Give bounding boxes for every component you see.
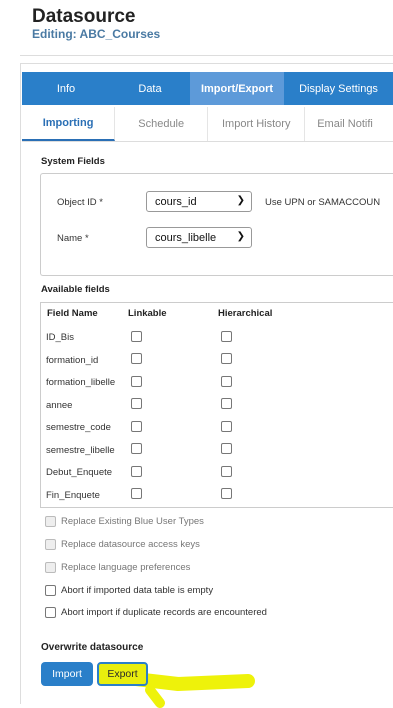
option-replace-blue-user-types: Replace Existing Blue User Types <box>45 516 204 527</box>
main-tabs: Info Data Import/Export Display Settings <box>22 72 393 105</box>
field-name: formation_libelle <box>46 377 116 388</box>
option-checkbox <box>45 562 56 573</box>
field-name: annee <box>46 400 73 411</box>
option-checkbox[interactable] <box>45 585 56 596</box>
tab-data[interactable]: Data <box>110 72 190 105</box>
subtab-email-notifications[interactable]: Email Notifi <box>305 107 393 141</box>
option-replace-language-preferences: Replace language preferences <box>45 562 190 573</box>
field-name: Debut_Enquete <box>46 467 113 478</box>
export-button[interactable]: Export <box>97 662 148 686</box>
system-fields-label: System Fields <box>41 156 105 167</box>
option-replace-access-keys: Replace datasource access keys <box>45 539 200 550</box>
object-id-label: Object ID * <box>57 197 103 208</box>
object-id-select[interactable]: cours_id ❯ <box>146 191 252 212</box>
page-subtitle: Editing: ABC_Courses <box>32 27 161 41</box>
linkable-checkbox[interactable] <box>131 331 142 342</box>
chevron-down-icon: ❯ <box>236 231 245 242</box>
hierarchical-checkbox[interactable] <box>221 398 232 409</box>
field-name: semestre_code <box>46 422 111 433</box>
column-header-field-name: Field Name <box>47 308 98 319</box>
option-label: Replace language preferences <box>61 562 191 573</box>
linkable-checkbox[interactable] <box>131 421 142 432</box>
column-header-linkable: Linkable <box>128 308 167 319</box>
tab-display-settings[interactable]: Display Settings <box>284 72 393 105</box>
option-checkbox <box>45 539 56 550</box>
hierarchical-checkbox[interactable] <box>221 353 232 364</box>
linkable-checkbox[interactable] <box>131 376 142 387</box>
name-value: cours_libelle <box>155 231 217 244</box>
linkable-checkbox[interactable] <box>131 488 142 499</box>
page-title: Datasource <box>32 6 136 27</box>
linkable-checkbox[interactable] <box>131 398 142 409</box>
option-abort-duplicates[interactable]: Abort import if duplicate records are en… <box>45 607 267 618</box>
column-header-hierarchical: Hierarchical <box>218 308 273 319</box>
field-name: formation_id <box>46 355 99 366</box>
hierarchical-checkbox[interactable] <box>221 421 232 432</box>
name-label: Name * <box>57 233 89 244</box>
import-button[interactable]: Import <box>41 662 93 686</box>
subtab-import-history[interactable]: Import History <box>208 107 306 141</box>
field-name: Fin_Enquete <box>46 490 100 501</box>
object-id-value: cours_id <box>155 195 197 208</box>
linkable-checkbox[interactable] <box>131 443 142 454</box>
tab-import-export[interactable]: Import/Export <box>190 72 284 105</box>
option-checkbox[interactable] <box>45 607 56 618</box>
hierarchical-checkbox[interactable] <box>221 488 232 499</box>
header-divider <box>20 55 393 56</box>
option-abort-empty-table[interactable]: Abort if imported data table is empty <box>45 585 213 596</box>
chevron-down-icon: ❯ <box>236 195 245 206</box>
system-fields-box <box>40 173 393 276</box>
subtab-schedule[interactable]: Schedule <box>115 107 209 141</box>
name-select[interactable]: cours_libelle ❯ <box>146 227 252 248</box>
option-label: Abort import if duplicate records are en… <box>61 607 267 618</box>
hierarchical-checkbox[interactable] <box>221 331 232 342</box>
linkable-checkbox[interactable] <box>131 353 142 364</box>
linkable-checkbox[interactable] <box>131 466 142 477</box>
sub-tabs: Importing Schedule Import History Email … <box>22 107 393 142</box>
option-label: Replace Existing Blue User Types <box>61 516 204 527</box>
option-checkbox <box>45 516 56 527</box>
subtab-importing[interactable]: Importing <box>22 107 116 141</box>
field-name: ID_Bis <box>46 332 74 343</box>
available-fields-label: Available fields <box>41 284 110 295</box>
hierarchical-checkbox[interactable] <box>221 466 232 477</box>
tab-info[interactable]: Info <box>22 72 110 105</box>
object-id-hint: Use UPN or SAMACCOUN <box>265 197 381 208</box>
hierarchical-checkbox[interactable] <box>221 376 232 387</box>
option-label: Abort if imported data table is empty <box>61 585 214 596</box>
option-label: Replace datasource access keys <box>61 539 200 550</box>
hierarchical-checkbox[interactable] <box>221 443 232 454</box>
field-name: semestre_libelle <box>46 445 115 456</box>
overwrite-datasource-label: Overwrite datasource <box>41 642 144 653</box>
